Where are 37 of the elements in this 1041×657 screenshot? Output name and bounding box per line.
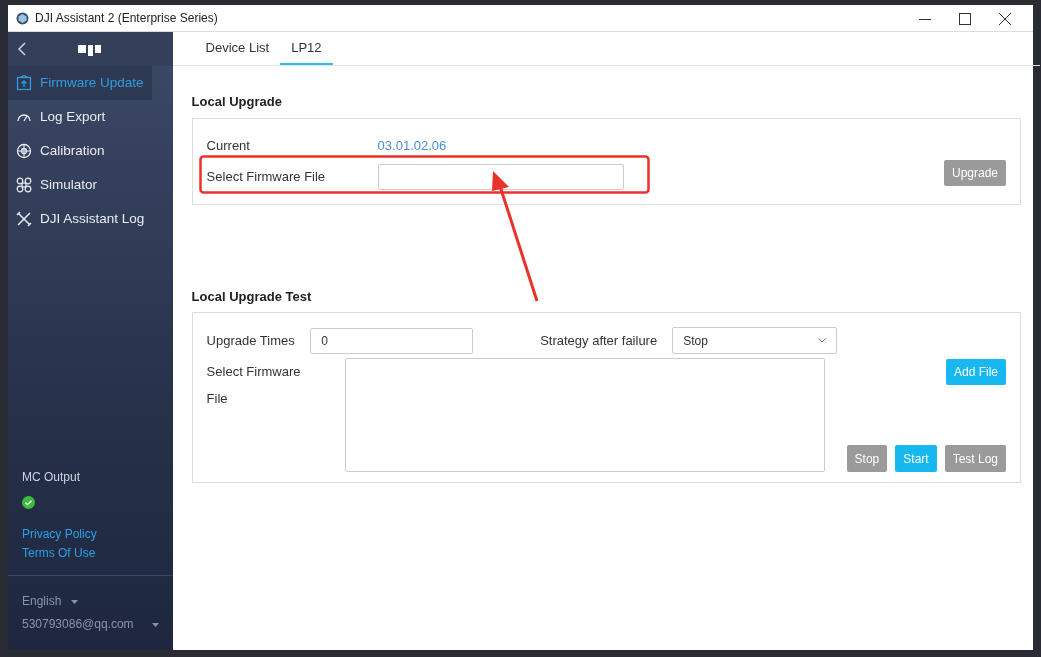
sidebar-item[interactable]: DJI Assistant Log — [8, 202, 153, 236]
tab[interactable]: Device List — [194, 32, 281, 65]
caret-icon — [71, 599, 79, 604]
tools-icon — [16, 211, 32, 227]
sidebar-item[interactable]: Log Export — [8, 100, 114, 134]
footer-link[interactable]: Terms Of Use — [22, 544, 159, 563]
section-title: Local Upgrade Test — [191, 287, 313, 306]
crosshair-icon — [16, 143, 32, 159]
back-icon[interactable] — [18, 42, 26, 56]
file-list-field[interactable] — [344, 358, 825, 472]
drone-icon — [16, 177, 32, 193]
chevron-icon — [817, 338, 826, 343]
version-value: 03.01.02.06 — [377, 136, 447, 155]
status-label: MC Output — [22, 468, 82, 486]
account-selector[interactable]: 530793086@qq.com — [22, 613, 134, 636]
minimize-icon — [919, 18, 931, 20]
field-label: Upgrade Times — [206, 331, 296, 350]
maximize-icon — [959, 12, 971, 25]
sidebar-item[interactable]: Firmware Update — [8, 66, 152, 100]
field-label: Select Firmware File — [206, 167, 327, 186]
tab[interactable]: LP12 — [280, 32, 333, 65]
section-title: Local Upgrade — [191, 93, 283, 111]
window-title: DJI Assistant 2 (Enterprise Series) — [35, 10, 219, 27]
close-icon — [999, 12, 1011, 25]
current-label: Current — [206, 136, 251, 155]
field-label: Select Firmware File — [206, 363, 302, 408]
firmware-icon — [16, 75, 32, 91]
language-selector[interactable]: English — [22, 590, 62, 613]
file-input-field[interactable] — [377, 163, 624, 190]
caret-icon — [151, 622, 159, 627]
footer-link[interactable]: Privacy Policy — [22, 525, 159, 544]
strategy-dropdown[interactable]: Stop — [672, 327, 837, 354]
app-icon — [16, 11, 29, 25]
times-input-field[interactable]: 0 — [310, 327, 474, 354]
sidebar-item[interactable]: Calibration — [8, 134, 113, 168]
sidebar-item[interactable]: Simulator — [8, 168, 106, 202]
field-label: Strategy after failure — [540, 331, 659, 350]
